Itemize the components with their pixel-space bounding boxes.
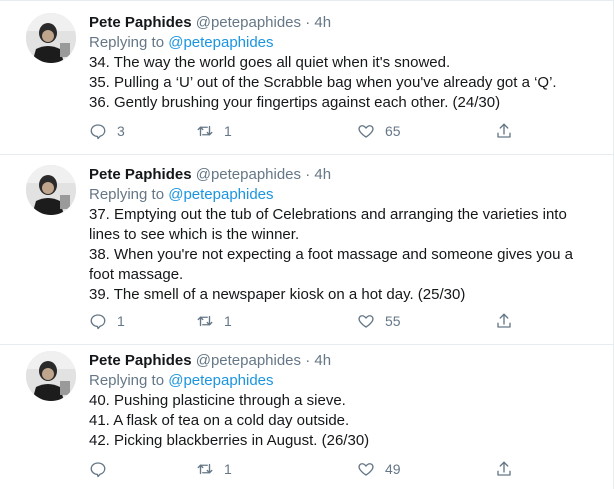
tweet-text: 34. The way the world goes all quiet whe…: [89, 53, 601, 113]
reply-button[interactable]: 3: [89, 121, 125, 141]
share-button[interactable]: [495, 459, 513, 479]
retweet-count: 1: [224, 123, 232, 139]
tweet-header: Pete Paphides @petepaphides · 4h: [89, 165, 601, 185]
tweet-text: 40. Pushing plasticine through a sieve. …: [89, 391, 601, 451]
reply-count: 1: [117, 313, 125, 329]
replying-prefix: Replying to: [89, 372, 165, 389]
share-icon: [497, 461, 511, 476]
tweet-content: Pete Paphides @petepaphides · 4h Replyin…: [89, 165, 601, 305]
tweet-line: 39. The smell of a newspaper kiosk on a …: [89, 286, 466, 303]
tweet[interactable]: Pete Paphides @petepaphides · 4h Replyin…: [0, 0, 613, 155]
tweet[interactable]: Pete Paphides @petepaphides · 4h Replyin…: [0, 345, 613, 489]
timestamp[interactable]: 4h: [314, 14, 331, 31]
retweet-button[interactable]: 1: [196, 311, 232, 331]
tweet-line: 34. The way the world goes all quiet whe…: [89, 54, 451, 71]
tweet-line: 36. Gently brushing your fingertips agai…: [89, 94, 501, 111]
tweet-header: Pete Paphides @petepaphides · 4h: [89, 351, 601, 371]
mention-link[interactable]: @petepaphides: [168, 372, 273, 389]
tweet-line: 40. Pushing plasticine through a sieve.: [89, 392, 346, 409]
author-name[interactable]: Pete Paphides: [89, 352, 192, 369]
reply-icon: [90, 314, 106, 330]
reply-icon: [90, 124, 106, 140]
separator-dot: ·: [305, 166, 311, 183]
like-count: 49: [385, 461, 401, 477]
separator-dot: ·: [305, 14, 311, 31]
heart-icon: [358, 315, 374, 328]
like-button[interactable]: 65: [357, 121, 401, 141]
retweet-count: 1: [224, 461, 232, 477]
tweet-actions: 3 1 65: [89, 121, 511, 141]
retweet-icon: [197, 315, 213, 327]
tweet-content: Pete Paphides @petepaphides · 4h Replyin…: [89, 351, 601, 451]
like-button[interactable]: 55: [357, 311, 401, 331]
share-button[interactable]: [495, 121, 513, 141]
avatar[interactable]: [26, 351, 76, 401]
tweet-text: 37. Emptying out the tub of Celebrations…: [89, 205, 601, 305]
avatar-image: [26, 351, 76, 401]
tweet-actions: 1 1 55: [89, 311, 511, 331]
author-handle[interactable]: @petepaphides: [196, 14, 301, 31]
replying-to: Replying to @petepaphides: [89, 371, 601, 391]
avatar-image: [26, 13, 76, 63]
replying-prefix: Replying to: [89, 34, 165, 51]
like-button[interactable]: 49: [357, 459, 401, 479]
reply-icon: [90, 462, 106, 478]
avatar[interactable]: [26, 13, 76, 63]
tweet-line: 38. When you're not expecting a foot mas…: [89, 246, 573, 263]
tweet-line: 42. Picking blackberries in August. (26/…: [89, 432, 370, 449]
mention-link[interactable]: @petepaphides: [168, 186, 273, 203]
author-handle[interactable]: @petepaphides: [196, 166, 301, 183]
retweet-count: 1: [224, 313, 232, 329]
replying-prefix: Replying to: [89, 186, 165, 203]
timestamp[interactable]: 4h: [314, 166, 331, 183]
reply-button[interactable]: 1: [89, 311, 125, 331]
share-button[interactable]: [495, 311, 513, 331]
replying-to: Replying to @petepaphides: [89, 185, 601, 205]
tweet-line: foot massage.: [89, 266, 184, 283]
reply-count: 3: [117, 123, 125, 139]
tweet-line: 41. A flask of tea on a cold day outside…: [89, 412, 350, 429]
heart-icon: [358, 463, 374, 476]
tweet-actions: 1 49: [89, 459, 511, 479]
replying-to: Replying to @petepaphides: [89, 33, 601, 53]
retweet-icon: [197, 125, 213, 137]
retweet-button[interactable]: 1: [196, 459, 232, 479]
mention-link[interactable]: @petepaphides: [168, 34, 273, 51]
tweet-content: Pete Paphides @petepaphides · 4h Replyin…: [89, 13, 601, 113]
tweet-line: 37. Emptying out the tub of Celebrations…: [89, 206, 567, 223]
like-count: 55: [385, 313, 401, 329]
heart-icon: [358, 125, 374, 138]
tweet-line: lines to see which is the winner.: [89, 226, 300, 243]
author-handle[interactable]: @petepaphides: [196, 352, 301, 369]
timeline: Pete Paphides @petepaphides · 4h Replyin…: [0, 0, 614, 489]
retweet-icon: [197, 463, 213, 475]
avatar-image: [26, 165, 76, 215]
share-icon: [497, 123, 511, 138]
reply-button[interactable]: [89, 459, 117, 479]
author-name[interactable]: Pete Paphides: [89, 166, 192, 183]
timestamp[interactable]: 4h: [314, 352, 331, 369]
separator-dot: ·: [305, 352, 311, 369]
avatar[interactable]: [26, 165, 76, 215]
like-count: 65: [385, 123, 401, 139]
share-icon: [497, 313, 511, 328]
tweet-header: Pete Paphides @petepaphides · 4h: [89, 13, 601, 33]
author-name[interactable]: Pete Paphides: [89, 14, 192, 31]
retweet-button[interactable]: 1: [196, 121, 232, 141]
tweet[interactable]: Pete Paphides @petepaphides · 4h Replyin…: [0, 155, 613, 345]
tweet-line: 35. Pulling a ‘U’ out of the Scrabble ba…: [89, 74, 557, 91]
